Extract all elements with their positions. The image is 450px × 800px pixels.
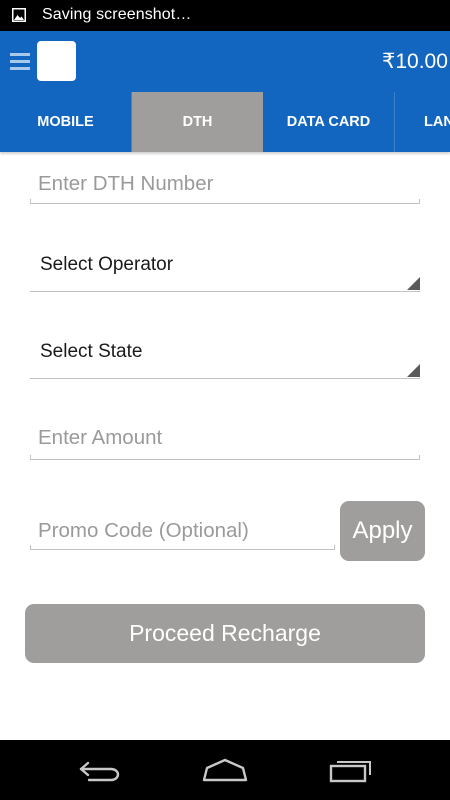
amount-input[interactable]: Enter Amount	[30, 414, 420, 460]
tab-data-card[interactable]: DATA CARD	[263, 92, 394, 152]
app-logo[interactable]	[37, 41, 76, 81]
dth-number-input[interactable]: Enter DTH Number	[30, 160, 420, 204]
promo-code-placeholder: Promo Code (Optional)	[38, 519, 249, 542]
promo-code-input[interactable]: Promo Code (Optional)	[30, 508, 335, 550]
tab-landline[interactable]: LANDLINE	[395, 92, 450, 152]
dropdown-arrow-icon	[407, 277, 420, 290]
status-bar: Saving screenshot…	[0, 0, 450, 31]
dropdown-arrow-icon	[407, 364, 420, 377]
recent-apps-icon[interactable]	[328, 757, 374, 783]
tab-dth[interactable]: DTH	[132, 92, 263, 152]
back-icon[interactable]	[78, 760, 122, 782]
proceed-recharge-button[interactable]: Proceed Recharge	[25, 604, 425, 663]
home-icon[interactable]	[201, 757, 249, 783]
hamburger-menu-icon[interactable]	[10, 53, 30, 71]
app-bar: ₹10.00	[0, 31, 450, 92]
operator-select-label: Select Operator	[40, 254, 174, 275]
recharge-tabs: MOBILE DTH DATA CARD LANDLINE	[0, 92, 450, 152]
operator-select[interactable]: Select Operator	[30, 245, 420, 292]
navigation-bar	[0, 740, 450, 800]
amount-placeholder: Enter Amount	[38, 426, 163, 449]
notification-text: Saving screenshot…	[42, 6, 192, 23]
image-icon	[12, 8, 26, 22]
tab-mobile[interactable]: MOBILE	[0, 92, 131, 152]
apply-promo-button[interactable]: Apply	[340, 501, 425, 561]
state-select[interactable]: Select State	[30, 332, 420, 379]
state-select-label: Select State	[40, 341, 143, 362]
wallet-balance[interactable]: ₹10.00	[382, 49, 448, 74]
dth-number-placeholder: Enter DTH Number	[38, 172, 214, 195]
